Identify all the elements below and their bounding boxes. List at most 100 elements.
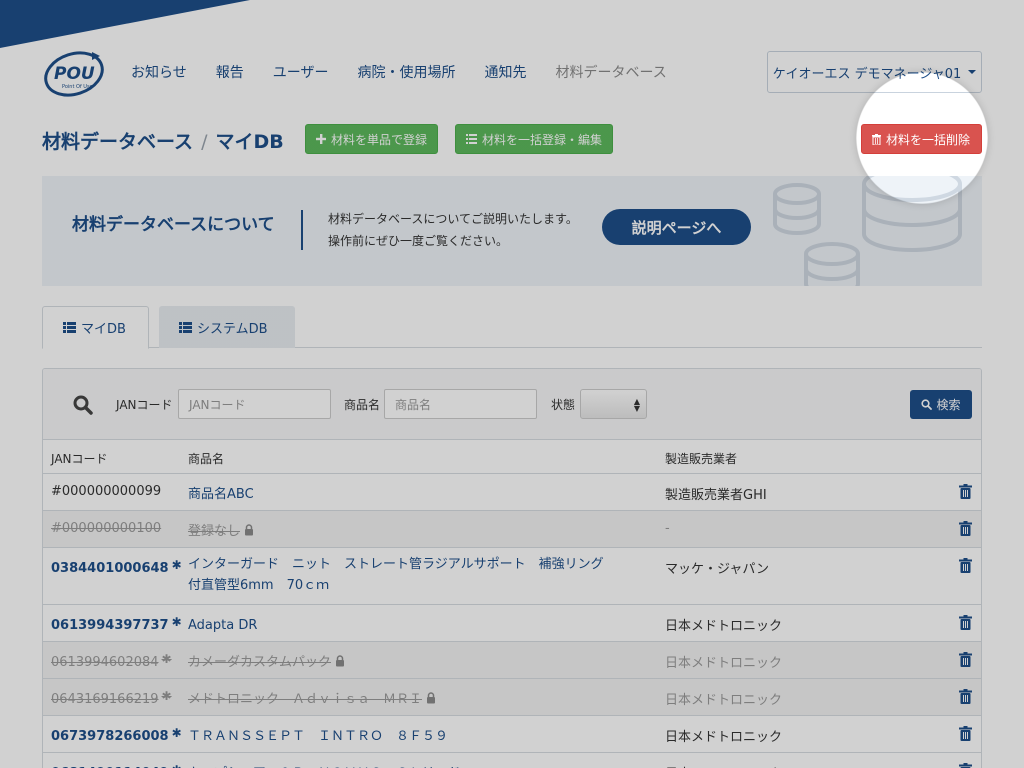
delete-row-trash-icon[interactable] [959, 484, 972, 499]
trash-icon [872, 133, 881, 145]
product-name-text-line2: 付直管型6mm 70ｃｍ [188, 578, 330, 593]
search-button-label: 検索 [936, 398, 961, 412]
maker-name: 製造販売業者GHI [665, 488, 767, 503]
caret-down-icon [968, 70, 977, 74]
jan-label: JANコード [116, 398, 173, 412]
pou-logo[interactable]: POU Point Of Use [42, 46, 106, 98]
table-row[interactable]: #000000000099 商品名ABC 製造販売業者GHI [43, 474, 981, 511]
tab-system-db[interactable]: システムDB [159, 306, 295, 348]
delete-row-trash-icon[interactable] [959, 763, 972, 768]
tab-my-db[interactable]: マイDB [42, 306, 149, 349]
user-menu-dropdown[interactable]: ケイオーエス デモマネージャ01 [767, 51, 982, 93]
logo-subtext: Point Of Use [62, 84, 93, 90]
tab-system-db-label: システムDB [197, 321, 268, 337]
info-line-1: 材料データベースについてご説明いたします。 [328, 212, 578, 226]
page-title-sub: マイDB [215, 131, 284, 153]
name-label: 商品名 [344, 398, 381, 412]
product-name[interactable]: Adapta DR [188, 615, 257, 636]
delete-row-trash-icon[interactable] [959, 689, 972, 704]
product-name-text: ＴＲＡＮＳＳＥＰＴ ＩＮＴＲＯ ８Ｆ５９ [188, 729, 449, 744]
database-illustration [773, 176, 962, 286]
jan-code-text: #000000000099 [51, 484, 162, 499]
tab-my-db-label: マイDB [81, 322, 126, 337]
main-nav: お知らせ 報告 ユーザー 病院・使用場所 通知先 材料データベース [131, 62, 696, 82]
add-single-label: 材料を単品で登録 [331, 132, 428, 147]
lock-icon [245, 524, 254, 536]
delete-row-trash-icon[interactable] [959, 521, 972, 536]
lock-icon [336, 655, 345, 667]
asterisk-icon: ✱ [161, 652, 172, 666]
status-select[interactable]: ▲ ▼ [580, 389, 647, 419]
product-name-text: Adapta DR [188, 618, 258, 633]
table-header: JANコード 商品名 製造販売業者 [43, 439, 981, 474]
jan-code-text: 0613994602084 [51, 655, 159, 670]
info-text: 材料データベースについてご説明いたします。 操作前にぜひ一度ご覧ください。 [328, 208, 578, 252]
info-page-button[interactable]: 説明ページへ [602, 209, 751, 245]
delete-row-trash-icon[interactable] [959, 726, 972, 741]
asterisk-icon: ✱ [171, 615, 182, 629]
maker-name: - [665, 521, 670, 536]
product-name-text: 商品名ABC [188, 487, 254, 502]
search-icon [73, 395, 93, 415]
search-button[interactable]: 検索 [910, 390, 972, 419]
delete-row-trash-icon[interactable] [959, 558, 972, 573]
maker-name: 日本メドトロニック [665, 693, 783, 708]
jan-code-text: 0673978266008 [51, 729, 169, 744]
search-icon [921, 399, 933, 410]
table-row[interactable]: #000000000100 登録なし - [43, 511, 981, 548]
name-input[interactable]: 商品名 [384, 389, 537, 419]
nav-news[interactable]: お知らせ [131, 62, 187, 82]
select-arrows-icon: ▲ ▼ [633, 397, 640, 413]
delete-row-trash-icon[interactable] [959, 652, 972, 667]
add-single-button[interactable]: 材料を単品で登録 [305, 124, 439, 154]
nav-notify[interactable]: 通知先 [484, 62, 526, 82]
jan-code: 0681490114049✱ [51, 763, 182, 768]
jan-code: 0643169166219 ✱ [51, 689, 172, 707]
db-tabs: マイDB システムDB [42, 306, 982, 349]
header-name: 商品名 [188, 452, 225, 466]
jan-input[interactable]: JANコード [178, 389, 331, 419]
logo-text: POU [54, 64, 95, 84]
product-name[interactable]: 商品名ABC [188, 484, 254, 505]
table-row[interactable]: 0673978266008 ✱ ＴＲＡＮＳＳＥＰＴ ＩＮＴＲＯ ８Ｆ５９ 日本メドトロ… [43, 716, 981, 753]
jan-code: #000000000100 [51, 521, 161, 536]
table-row[interactable]: 0681490114049✱ キャプシュア ２Ｐ ＮＯＶＵＳ ＳＬリード 日本メドト… [43, 753, 981, 768]
product-name: カメーダカスタムパック [188, 652, 345, 673]
product-name[interactable]: インターガード ニット ストレート管ラジアルサポート 補強リング 付直管型6mm … [188, 554, 604, 596]
table-row[interactable]: 0643169166219 ✱ メドトロニック Ａｄｖｉｓａ ＭＲＩ 日本メドトロニッ… [43, 679, 981, 716]
nav-reports[interactable]: 報告 [216, 62, 244, 82]
product-name[interactable]: キャプシュア ２Ｐ ＮＯＶＵＳ ＳＬリード [188, 763, 461, 768]
table-row[interactable]: 0384401000648 ✱ インターガード ニット ストレート管ラジアルサポート… [43, 548, 981, 605]
bulk-delete-button[interactable]: 材料を一括削除 [861, 124, 982, 154]
delete-row-trash-icon[interactable] [959, 615, 972, 630]
asterisk-icon: ✱ [172, 763, 182, 768]
jan-code: 0673978266008 ✱ [51, 726, 182, 744]
nav-users[interactable]: ユーザー [273, 62, 329, 82]
list-icon [466, 134, 477, 144]
product-name: メドトロニック Ａｄｖｉｓａ ＭＲＩ [188, 689, 436, 710]
jan-code-text: 0384401000648 [51, 561, 169, 576]
product-name[interactable]: ＴＲＡＮＳＳＥＰＴ ＩＮＴＲＯ ８Ｆ５９ [188, 726, 448, 747]
info-title: 材料データベースについて [72, 215, 275, 235]
header-jan: JANコード [51, 452, 108, 466]
nav-material-db[interactable]: 材料データベース [555, 62, 666, 82]
maker-name: 日本メドトロニック [665, 730, 783, 745]
info-line-2: 操作前にぜひ一度ご覧ください。 [328, 234, 509, 248]
table-icon [63, 322, 76, 333]
asterisk-icon: ✱ [171, 726, 182, 740]
title-separator: / [201, 131, 208, 153]
page-title: 材料データベース / マイDB [42, 127, 284, 154]
page: POU Point Of Use お知らせ 報告 ユーザー 病院・使用場所 通知… [0, 0, 1024, 768]
bulk-register-button[interactable]: 材料を一括登録・編集 [455, 124, 614, 154]
table-row[interactable]: 0613994602084 ✱ カメーダカスタムパック 日本メドトロニック [43, 642, 981, 679]
nav-hospitals[interactable]: 病院・使用場所 [357, 62, 455, 82]
user-menu-label: ケイオーエス デモマネージャ01 [772, 66, 962, 82]
maker-name: 日本メドトロニック [665, 656, 783, 671]
product-name-text: インターガード ニット ストレート管ラジアルサポート 補強リング [188, 557, 604, 572]
table-row[interactable]: 0613994397737 ✱ Adapta DR 日本メドトロニック [43, 605, 981, 642]
material-panel: JANコード JANコード 商品名 商品名 状態 ▲ ▼ 検索 JANコード 商品… [42, 368, 982, 768]
jan-code: #000000000099 [51, 484, 161, 499]
product-name: 登録なし [188, 521, 254, 542]
asterisk-icon: ✱ [161, 689, 172, 703]
jan-code-text: 0613994397737 [51, 618, 169, 633]
